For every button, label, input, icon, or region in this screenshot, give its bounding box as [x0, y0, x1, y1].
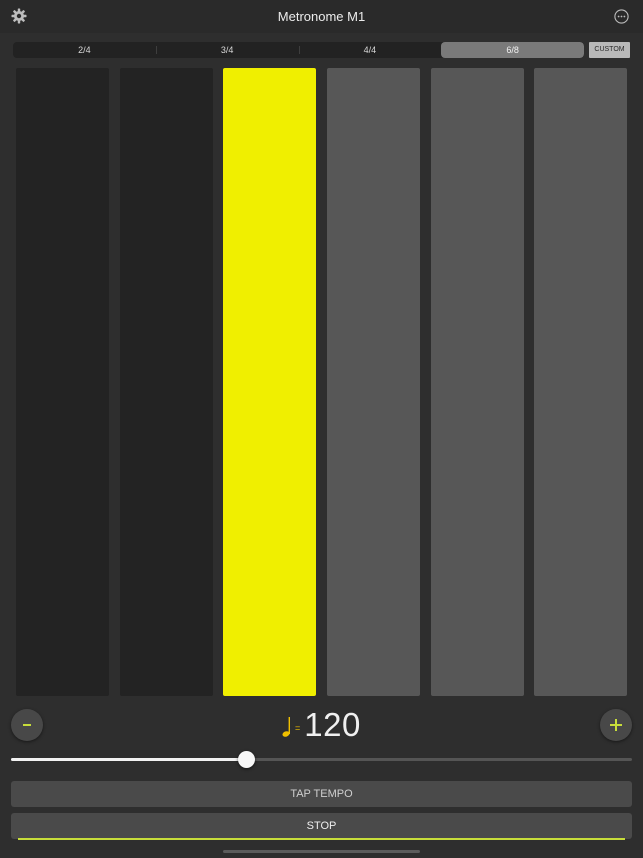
- minus-icon: [23, 724, 31, 726]
- tempo-slider[interactable]: [11, 751, 632, 768]
- home-indicator: [223, 850, 420, 853]
- tap-tempo-button[interactable]: TAP TEMPO: [11, 781, 632, 807]
- beat-4: [327, 68, 420, 696]
- playback-indicator: [18, 838, 625, 840]
- plus-icon: [610, 719, 622, 731]
- app-title: Metronome M1: [277, 9, 366, 24]
- beat-6: [534, 68, 627, 696]
- tempo-equals: =: [295, 723, 301, 733]
- decrease-tempo-button[interactable]: [11, 709, 43, 741]
- beat-1: [16, 68, 109, 696]
- time-signature-3-4[interactable]: 3/4: [155, 42, 299, 58]
- beat-5: [431, 68, 524, 696]
- beat-3: [223, 68, 316, 696]
- increase-tempo-button[interactable]: [600, 709, 632, 741]
- custom-time-signature-button[interactable]: CUSTOM: [589, 42, 630, 58]
- quarter-note-icon: [282, 717, 290, 737]
- time-signature-2-4[interactable]: 2/4: [13, 42, 156, 58]
- more-options-icon[interactable]: [614, 9, 629, 24]
- time-signature-selector: 2/4 3/4 4/4 6/8: [13, 42, 584, 58]
- time-signature-4-4[interactable]: 4/4: [298, 42, 442, 58]
- top-bar: Metronome M1: [0, 0, 643, 33]
- tempo-display: = 120: [282, 706, 361, 743]
- beat-2: [120, 68, 213, 696]
- stop-button[interactable]: STOP: [11, 813, 632, 839]
- tempo-slider-thumb[interactable]: [238, 751, 256, 768]
- bpm-value: 120: [304, 706, 361, 743]
- tempo-slider-fill: [11, 758, 247, 761]
- time-signature-6-8[interactable]: 6/8: [441, 42, 584, 58]
